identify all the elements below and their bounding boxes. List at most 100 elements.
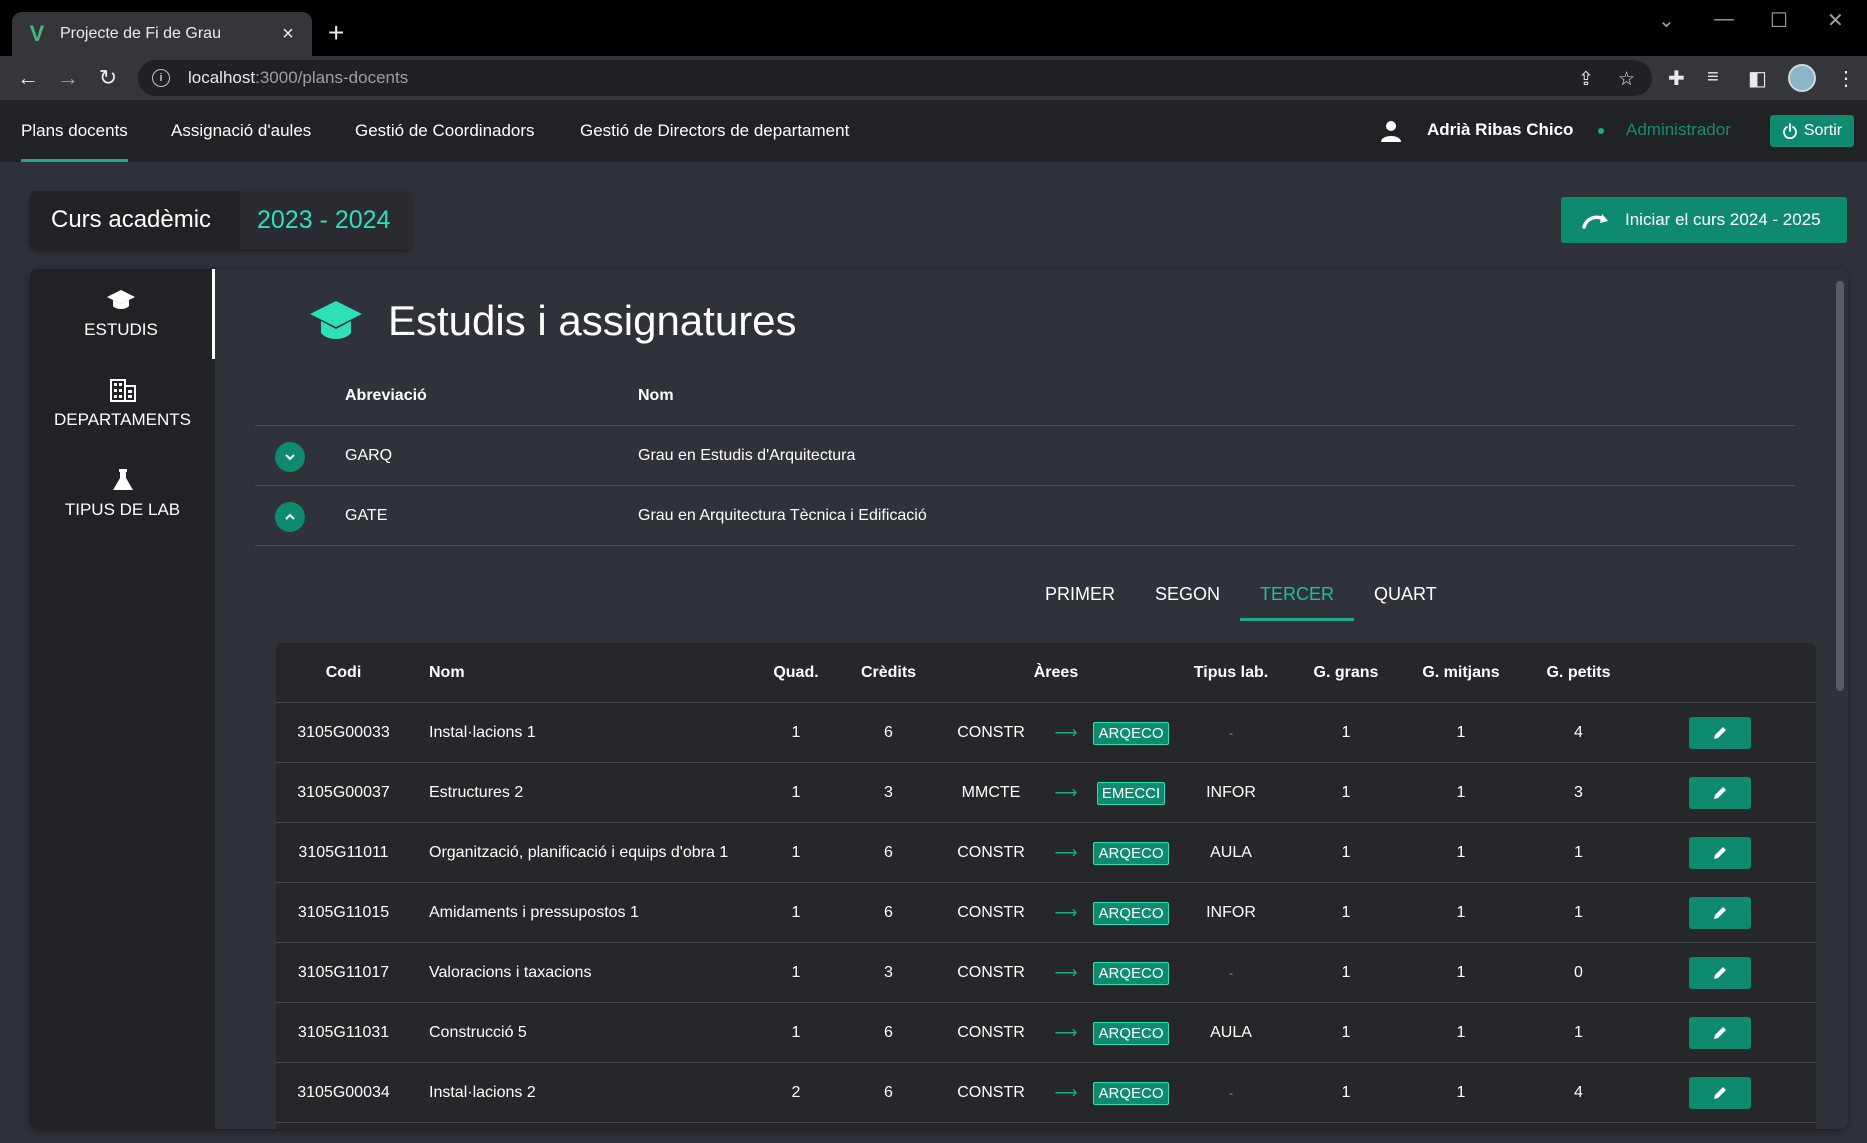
- side-panel-icon[interactable]: ◧: [1748, 66, 1767, 91]
- app-navbar: Plans docents Assignació d'aules Gestió …: [0, 100, 1867, 162]
- logout-button[interactable]: Sortir: [1770, 115, 1854, 147]
- browser-tab[interactable]: V Projecte de Fi de Grau ×: [12, 12, 312, 56]
- cell-credits: 6: [884, 1024, 893, 1041]
- bookmark-star-icon[interactable]: ☆: [1618, 68, 1635, 91]
- cell-quad: 1: [791, 784, 801, 801]
- cell-credits: 6: [884, 904, 893, 921]
- cell-codi: 3105G11017: [297, 964, 390, 981]
- edit-button[interactable]: [1689, 837, 1751, 869]
- cell-area-from: CONSTR: [957, 904, 1025, 921]
- nav-assignacio-aules[interactable]: Assignació d'aules: [171, 100, 311, 162]
- nav-plans-docents[interactable]: Plans docents: [21, 100, 128, 162]
- cell-quad: 2: [791, 1084, 801, 1101]
- edit-button[interactable]: [1689, 1077, 1751, 1109]
- share-icon[interactable]: ⇪: [1578, 68, 1594, 91]
- page-heading: Estudis i assignatures: [308, 297, 797, 345]
- table-header-row: Codi Nom Quad. Crèdits Àrees Tipus lab. …: [276, 643, 1816, 703]
- arrow-right-icon: ⟶: [1054, 725, 1078, 742]
- table-row: 3105G00034 Instal·lacions 2 2 6 CONSTR ⟶…: [276, 1063, 1816, 1123]
- pencil-icon: [1714, 787, 1726, 799]
- scrollbar[interactable]: [1836, 281, 1844, 691]
- cell-g-petits: 1: [1574, 844, 1583, 861]
- study-row[interactable]: GATE Grau en Arquitectura Tècnica i Edif…: [255, 486, 1795, 546]
- arrow-right-icon: ⟶: [1054, 905, 1078, 922]
- tab-tercer[interactable]: TERCER: [1240, 570, 1355, 621]
- nav-gestio-coordinadors[interactable]: Gestió de Coordinadors: [355, 100, 535, 162]
- sidebar-item-tipus-lab[interactable]: TIPUS DE LAB: [30, 449, 215, 539]
- separator-dot: [1598, 128, 1604, 134]
- expand-button[interactable]: [275, 442, 305, 472]
- back-icon[interactable]: ←: [14, 64, 42, 92]
- nav-gestio-directors[interactable]: Gestió de Directors de departament: [580, 100, 849, 162]
- sidebar-item-departaments[interactable]: DEPARTAMENTS: [30, 359, 215, 449]
- tab-quart[interactable]: QUART: [1354, 570, 1457, 618]
- pencil-icon: [1714, 1087, 1726, 1099]
- area-chip: ARQECO: [1093, 901, 1169, 925]
- study-row[interactable]: GARQ Grau en Estudis d'Arquitectura: [255, 426, 1795, 486]
- cell-g-petits: 3: [1574, 784, 1583, 801]
- content-area: Estudis i assignatures Abreviació Nom GA…: [215, 269, 1848, 1129]
- cell-area-from: CONSTR: [957, 964, 1025, 981]
- edit-button[interactable]: [1689, 957, 1751, 989]
- collapse-button[interactable]: [275, 502, 305, 532]
- power-icon: [1782, 123, 1797, 139]
- arrow-right-icon: ⟶: [1054, 785, 1078, 802]
- sidebar: ESTUDIS DEPARTAMENTS TIPUS DE LAB: [30, 269, 215, 1129]
- media-queue-icon[interactable]: ≡: [1707, 66, 1719, 89]
- pencil-icon: [1714, 967, 1726, 979]
- cell-area-from: CONSTR: [957, 724, 1025, 741]
- new-tab-button[interactable]: +: [328, 18, 344, 48]
- cell-g-mitjans: 1: [1456, 724, 1466, 741]
- extensions-icon[interactable]: ✚: [1668, 66, 1685, 91]
- sidebar-item-estudis[interactable]: ESTUDIS: [30, 269, 215, 359]
- cell-lab: AULA: [1210, 1024, 1252, 1041]
- edit-button[interactable]: [1689, 717, 1751, 749]
- subjects-table: Codi Nom Quad. Crèdits Àrees Tipus lab. …: [276, 643, 1816, 1129]
- close-window-icon[interactable]: ✕: [1827, 8, 1844, 33]
- table-row: 3105G00033 Instal·lacions 1 1 6 CONSTR ⟶…: [276, 703, 1816, 763]
- cell-credits: 3: [884, 784, 893, 801]
- tab-segon[interactable]: SEGON: [1135, 570, 1240, 618]
- chevron-up-icon: [285, 513, 295, 520]
- edit-cell: [1689, 883, 1751, 943]
- cell-g-mitjans: 1: [1456, 784, 1466, 801]
- menu-kebab-icon[interactable]: ⋮: [1836, 66, 1856, 91]
- cell-area-to-wrap: ARQECO: [1091, 1003, 1171, 1063]
- cell-nom: Instal·lacions 2: [429, 1084, 536, 1101]
- address-bar[interactable]: i localhost:3000/plans-docents ⇪ ☆: [138, 60, 1652, 96]
- cell-g-mitjans: 1: [1456, 1024, 1466, 1041]
- cell-g-petits: 4: [1574, 1084, 1583, 1101]
- cell-lab-wrap: -: [1166, 1063, 1296, 1123]
- edit-button[interactable]: [1689, 777, 1751, 809]
- cell-area-to-wrap: ARQECO: [1091, 703, 1171, 763]
- site-info-icon[interactable]: i: [152, 69, 170, 87]
- cell-g-grans: 1: [1341, 784, 1351, 801]
- course-card: Curs acadèmic 2023 - 2024: [30, 191, 411, 249]
- table-row: 3105G11017 Valoracions i taxacions 1 3 C…: [276, 943, 1816, 1003]
- tab-search-icon[interactable]: ⌄: [1658, 8, 1675, 33]
- cell-quad: 1: [791, 1024, 801, 1041]
- maximize-icon[interactable]: ☐: [1770, 8, 1788, 33]
- edit-button[interactable]: [1689, 897, 1751, 929]
- logout-label: Sortir: [1803, 122, 1843, 139]
- flask-icon: [112, 469, 133, 490]
- cell-g-mitjans: 1: [1456, 1084, 1466, 1101]
- tab-primer[interactable]: PRIMER: [1025, 570, 1135, 618]
- cell-lab: -: [1229, 726, 1233, 740]
- edit-cell: [1689, 763, 1751, 823]
- arrow-right-icon: ⟶: [1054, 965, 1078, 982]
- minimize-icon[interactable]: —: [1714, 8, 1734, 31]
- start-next-course-button[interactable]: Iniciar el curs 2024 - 2025: [1561, 197, 1847, 243]
- forward-icon[interactable]: →: [54, 64, 82, 92]
- edit-button[interactable]: [1689, 1017, 1751, 1049]
- profile-avatar[interactable]: [1788, 64, 1816, 92]
- cell-area-to-wrap: ARQECO: [1091, 943, 1171, 1003]
- studies-table: Abreviació Nom GARQ Grau en Estudis d'Ar…: [255, 366, 1795, 546]
- user-name: Adrià Ribas Chico: [1427, 120, 1574, 139]
- reload-icon[interactable]: ↻: [94, 64, 122, 92]
- studies-header-row: Abreviació Nom: [255, 366, 1795, 426]
- edit-cell: [1689, 1063, 1751, 1123]
- edit-cell: [1689, 703, 1751, 763]
- close-tab-icon[interactable]: ×: [278, 23, 298, 46]
- cell-g-petits: 4: [1574, 724, 1583, 741]
